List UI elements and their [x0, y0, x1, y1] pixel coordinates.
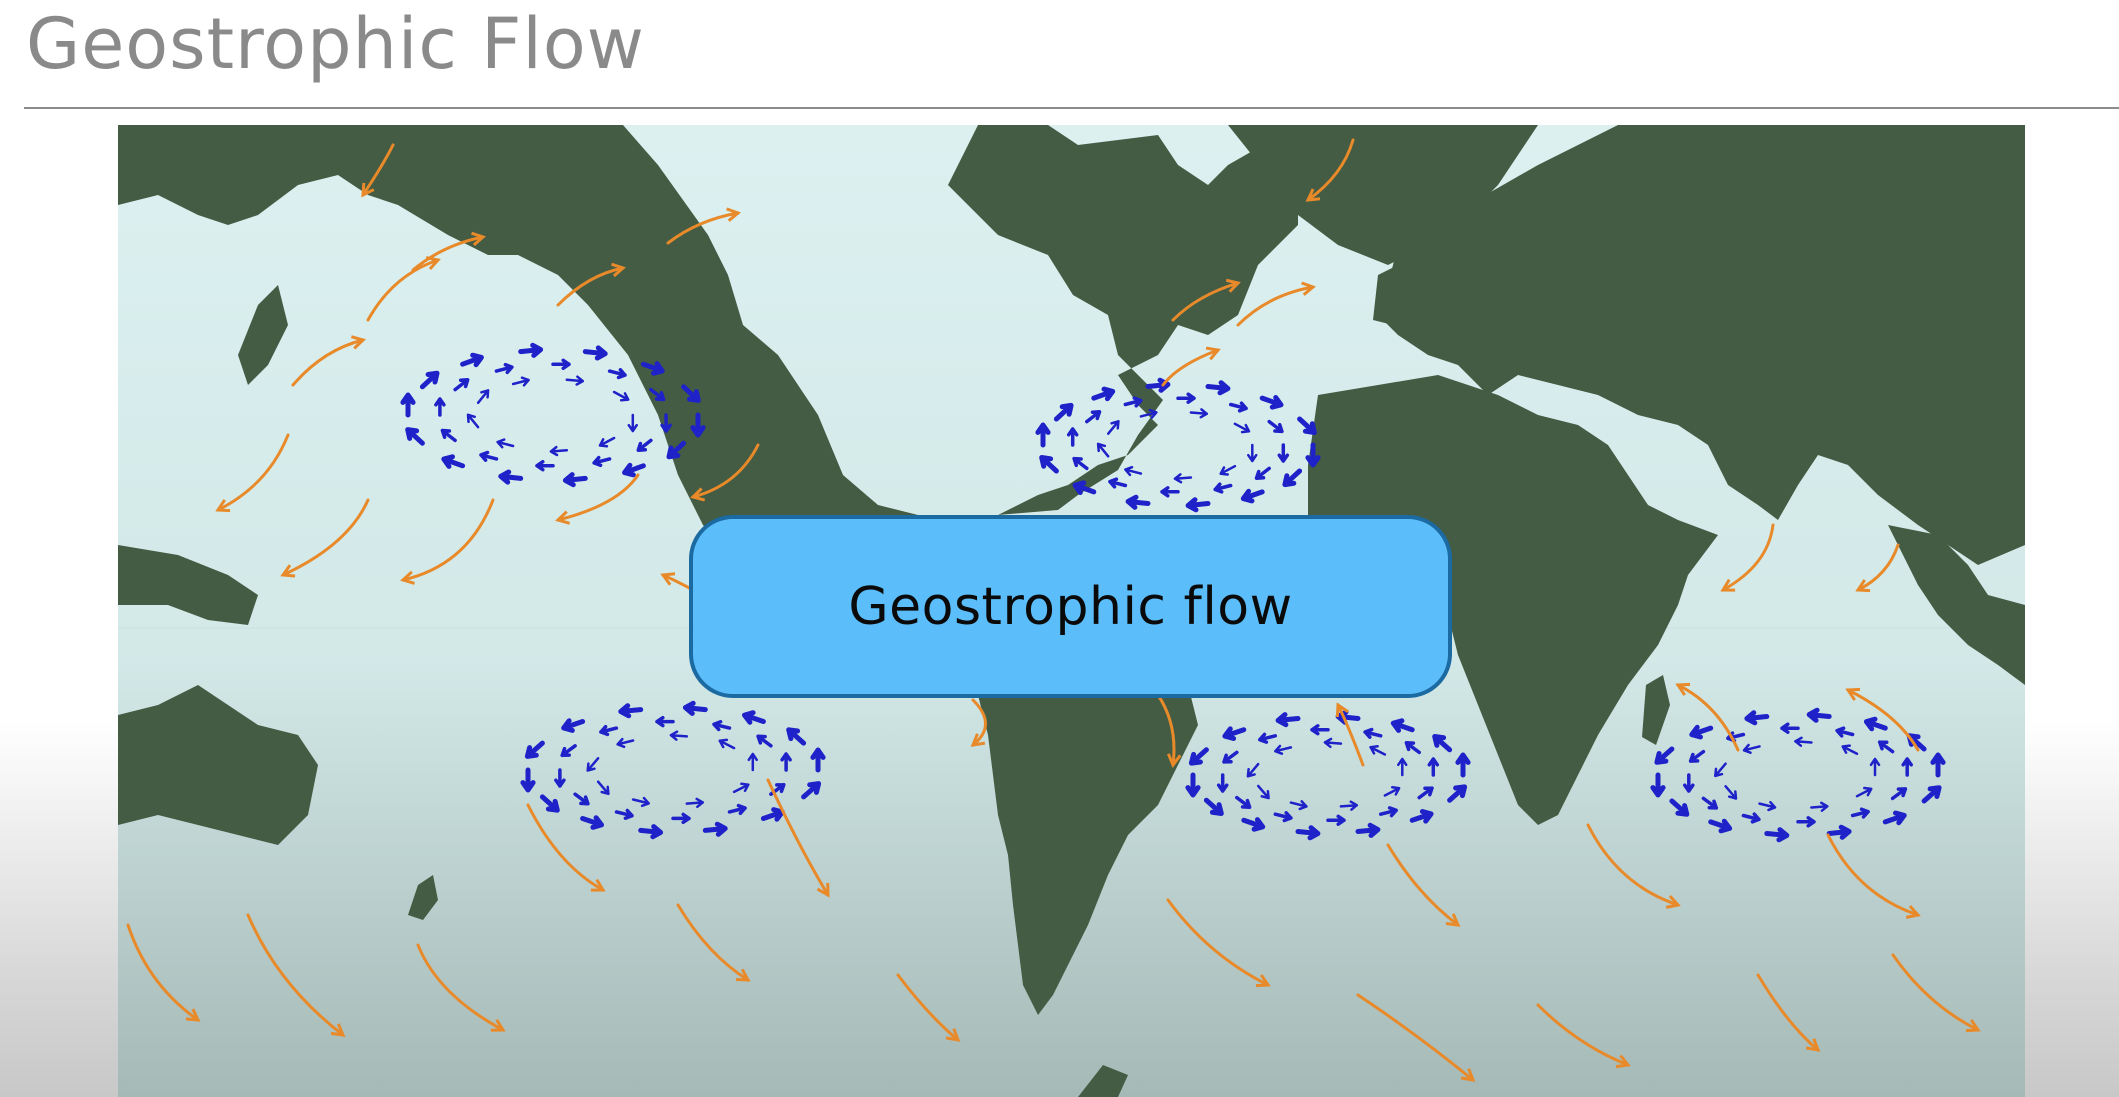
slide-title: Geostrophic Flow: [26, 3, 645, 85]
geostrophic-flow-label-text: Geostrophic flow: [848, 576, 1293, 637]
title-divider: [24, 107, 2119, 109]
geostrophic-flow-label: Geostrophic flow: [689, 515, 1452, 698]
